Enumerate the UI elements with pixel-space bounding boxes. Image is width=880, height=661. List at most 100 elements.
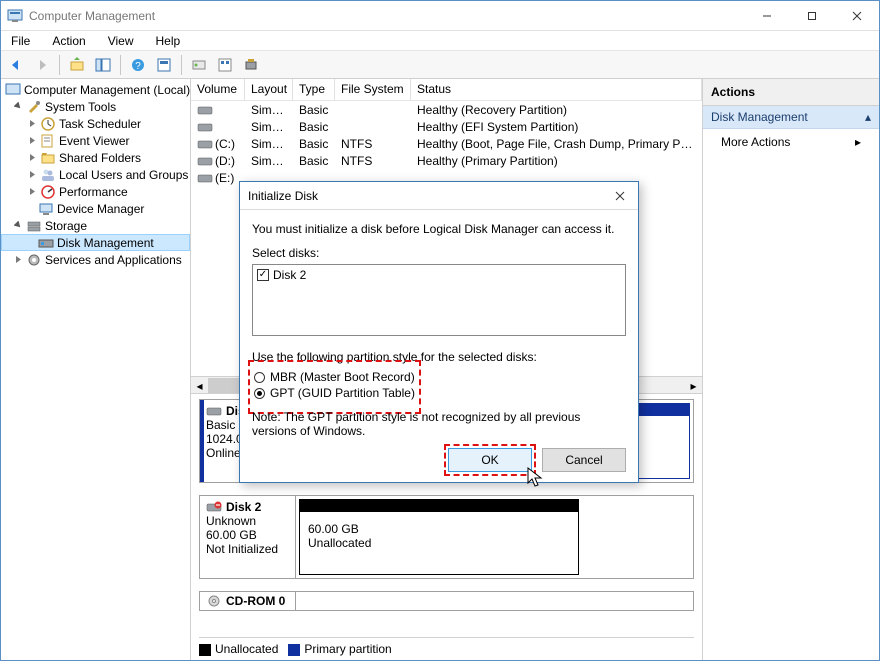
tree-event-viewer[interactable]: Event Viewer [1,132,190,149]
drive-icon [197,172,213,184]
disk-select-list[interactable]: Disk 2 [252,264,626,336]
dialog-titlebar: Initialize Disk [240,182,638,210]
legend-swatch-unallocated [199,644,211,656]
radio-mbr-label: MBR (Master Boot Record) [270,370,415,384]
tree-label: Performance [59,185,128,199]
col-status[interactable]: Status [411,79,702,100]
actions-pane: Actions Disk Management ▴ More Actions ▸ [703,79,879,660]
nav-back-button[interactable] [5,54,27,76]
close-button[interactable] [834,1,879,30]
tree-disk-management[interactable]: Disk Management [1,234,190,251]
scroll-right-arrow[interactable]: ▸ [685,377,702,394]
expand-icon[interactable] [27,135,38,146]
expand-icon[interactable] [13,101,24,112]
select-disks-label: Select disks: [252,246,626,260]
expand-icon[interactable] [13,254,24,265]
disk-block-cdrom[interactable]: CD-ROM 0 [199,591,694,611]
tool-icon[interactable] [188,54,210,76]
maximize-button[interactable] [789,1,834,30]
actions-header: Actions [703,79,879,106]
titlebar: Computer Management [1,1,879,31]
actions-group-label: Disk Management [711,110,808,124]
disk-select-item[interactable]: Disk 2 [257,267,621,283]
help-button[interactable]: ? [127,54,149,76]
expand-icon[interactable] [27,118,38,129]
partition-size: 60.00 GB [308,522,570,536]
initialize-disk-dialog: Initialize Disk You must initialize a di… [239,181,639,483]
partition-state: Unallocated [308,536,570,550]
drive-icon [197,155,213,167]
up-button[interactable] [66,54,88,76]
col-fs[interactable]: File System [335,79,411,100]
collapse-icon[interactable]: ▴ [865,110,871,124]
menu-view[interactable]: View [104,32,138,50]
dialog-title: Initialize Disk [248,189,610,203]
legend-unallocated: Unallocated [215,642,278,656]
tree-local-users[interactable]: Local Users and Groups [1,166,190,183]
menu-action[interactable]: Action [48,32,89,50]
minimize-button[interactable] [744,1,789,30]
cancel-button[interactable]: Cancel [542,448,626,472]
tree-storage[interactable]: Storage [1,217,190,234]
tree-system-tools[interactable]: System Tools [1,98,190,115]
volume-row[interactable]: Simple Basic Healthy (EFI System Partiti… [191,118,702,135]
app-icon [7,8,23,24]
performance-icon [40,184,56,200]
disk-info: 60.00 GB [206,528,289,542]
menu-file[interactable]: File [7,32,34,50]
legend-swatch-primary [288,644,300,656]
col-type[interactable]: Type [293,79,335,100]
scroll-left-arrow[interactable]: ◂ [191,377,208,394]
tool-icon[interactable] [240,54,262,76]
expand-icon[interactable] [13,220,24,231]
nav-forward-button[interactable] [31,54,53,76]
actions-group-disk-management[interactable]: Disk Management ▴ [703,106,879,129]
volume-row[interactable]: Simple Basic Healthy (Recovery Partition… [191,101,702,118]
toolbar-separator [120,55,121,75]
action-more-actions[interactable]: More Actions ▸ [703,129,879,155]
tree-shared-folders[interactable]: Shared Folders [1,149,190,166]
tree-label: Services and Applications [45,253,182,267]
dialog-note: Note: The GPT partition style is not rec… [252,410,626,438]
mouse-cursor-icon [527,467,545,489]
legend-primary: Primary partition [304,642,391,656]
expand-icon[interactable] [27,152,38,163]
expand-icon[interactable] [27,186,38,197]
radio-mbr[interactable]: MBR (Master Boot Record) [254,369,415,385]
dialog-close-button[interactable] [610,186,630,206]
refresh-button[interactable] [153,54,175,76]
ok-button[interactable]: OK [448,448,532,472]
tree-device-manager[interactable]: Device Manager [1,200,190,217]
legend: Unallocated Primary partition [199,637,694,656]
disk-icon [206,405,222,417]
show-hide-tree-button[interactable] [92,54,114,76]
action-label: More Actions [721,135,790,149]
volume-row[interactable]: (C:) Simple Basic NTFS Healthy (Boot, Pa… [191,135,702,152]
disk-block-2[interactable]: Disk 2 Unknown 60.00 GB Not Initialized … [199,495,694,579]
storage-icon [26,218,42,234]
radio-icon[interactable] [254,372,265,383]
tree-root[interactable]: Computer Management (Local) [1,81,190,98]
col-layout[interactable]: Layout [245,79,293,100]
disk-title: Disk 2 [226,500,261,514]
expand-icon[interactable] [27,169,38,180]
tree-task-scheduler[interactable]: Task Scheduler [1,115,190,132]
tool-icon[interactable] [214,54,236,76]
volume-row[interactable]: (D:) Simple Basic NTFS Healthy (Primary … [191,152,702,169]
tree-label: Shared Folders [59,151,141,165]
toolbar: ? [1,51,879,79]
tree-performance[interactable]: Performance [1,183,190,200]
menu-help[interactable]: Help [152,32,185,50]
radio-gpt[interactable]: GPT (GUID Partition Table) [254,385,415,401]
disk-info: Not Initialized [206,542,289,556]
toolbar-separator [59,55,60,75]
tree-pane[interactable]: Computer Management (Local) System Tools… [1,79,191,660]
users-icon [40,167,56,183]
radio-gpt-label: GPT (GUID Partition Table) [270,386,415,400]
tree-services-apps[interactable]: Services and Applications [1,251,190,268]
submenu-arrow-icon: ▸ [855,135,861,149]
radio-icon[interactable] [254,388,265,399]
tree-label: Device Manager [57,202,144,216]
checkbox-icon[interactable] [257,269,269,281]
col-volume[interactable]: Volume [191,79,245,100]
